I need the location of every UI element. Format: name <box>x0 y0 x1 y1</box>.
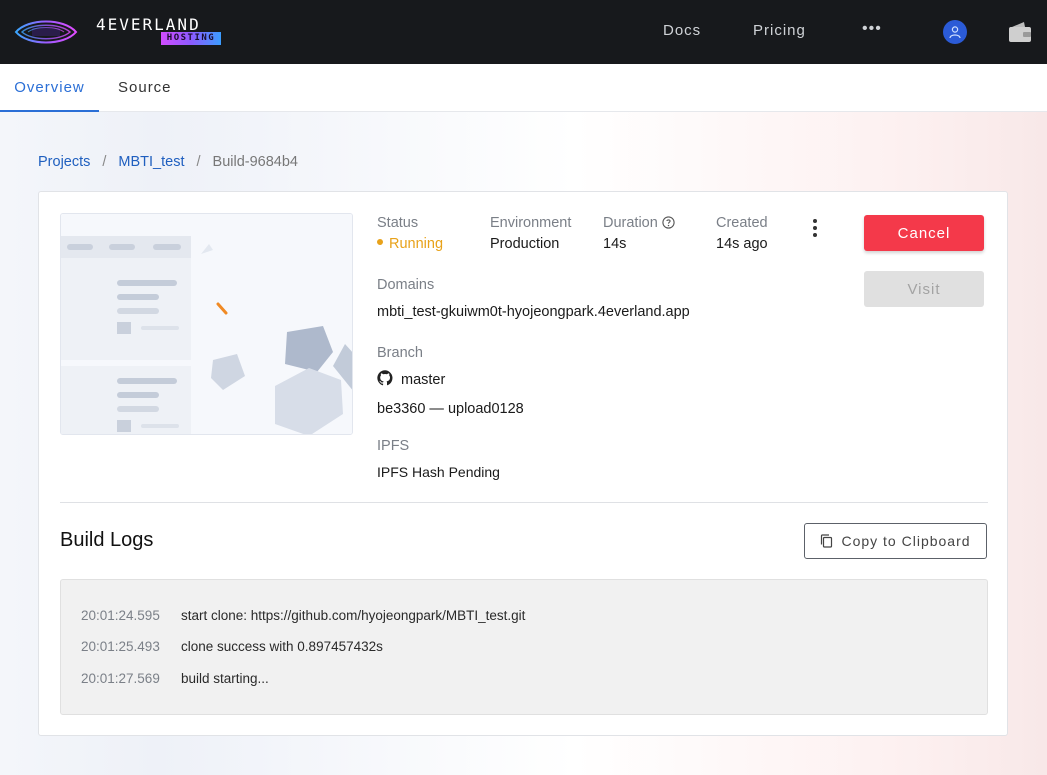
duration-value: 14s <box>603 236 627 252</box>
ipfs-label: IPFS <box>377 438 410 454</box>
tab-overview[interactable]: Overview <box>0 64 99 112</box>
nav-pricing-link[interactable]: Pricing <box>753 22 806 39</box>
status-value: Running <box>389 236 444 252</box>
breadcrumb-current-build: Build-9684b4 <box>212 154 298 170</box>
log-entry: 20:01:27.569 build starting... <box>81 671 269 686</box>
copy-button-label: Copy to Clipboard <box>841 533 971 549</box>
help-icon[interactable] <box>662 216 675 229</box>
breadcrumb-projects-link[interactable]: Projects <box>38 154 90 170</box>
wallet-icon[interactable] <box>1008 21 1032 43</box>
status-label: Status <box>377 215 419 231</box>
copy-to-clipboard-button[interactable]: Copy to Clipboard <box>804 523 987 559</box>
log-timestamp: 20:01:25.493 <box>81 639 160 654</box>
section-divider <box>60 502 988 503</box>
branch-label: Branch <box>377 345 423 361</box>
log-timestamp: 20:01:24.595 <box>81 608 160 623</box>
tab-source[interactable]: Source <box>118 64 172 112</box>
log-entry: 20:01:25.493 clone success with 0.8974574… <box>81 639 383 654</box>
copy-icon <box>821 534 833 548</box>
build-logs-title: Build Logs <box>60 529 154 551</box>
log-message: clone success with 0.897457432s <box>181 639 383 654</box>
brand-badge: HOSTING <box>161 32 221 45</box>
created-value: 14s ago <box>716 236 768 252</box>
status-badge: Running <box>377 236 443 252</box>
breadcrumb: Projects / MBTI_test / Build-9684b4 <box>38 154 298 170</box>
brand-logo[interactable]: 4EVERLAND HOSTING <box>14 12 229 52</box>
commit-value: be3360 — upload0128 <box>377 401 524 417</box>
page-tabs: Overview Source <box>0 64 1047 112</box>
deployment-card: Status Running Environment Production Du… <box>38 191 1008 736</box>
log-message: start clone: https://github.com/hyojeong… <box>181 608 526 623</box>
domains-label: Domains <box>377 277 435 293</box>
branch-value: master <box>401 372 446 388</box>
visit-button[interactable]: Visit <box>864 271 984 307</box>
environment-label: Environment <box>490 215 572 231</box>
nav-docs-link[interactable]: Docs <box>663 22 701 39</box>
environment-value: Production <box>490 236 560 252</box>
breadcrumb-project-link[interactable]: MBTI_test <box>118 154 184 170</box>
log-entry: 20:01:24.595 start clone: https://github.… <box>81 608 525 623</box>
ipfs-value: IPFS Hash Pending <box>377 464 500 480</box>
build-log-console[interactable]: 20:01:24.595 start clone: https://github.… <box>60 579 988 715</box>
brand-logo-icon <box>14 20 78 44</box>
log-timestamp: 20:01:27.569 <box>81 671 160 686</box>
domain-link[interactable]: mbti_test-gkuiwm0t-hyojeongpark.4everlan… <box>377 304 690 320</box>
status-dot-icon <box>377 239 383 246</box>
more-menu-icon[interactable]: ••• <box>862 20 882 38</box>
github-icon <box>377 370 393 386</box>
duration-label: Duration <box>603 215 658 231</box>
log-message: build starting... <box>181 671 269 686</box>
breadcrumb-separator: / <box>196 154 201 170</box>
top-nav-bar: 4EVERLAND HOSTING Docs Pricing ••• <box>0 0 1047 64</box>
preview-illustration <box>61 214 352 434</box>
created-label: Created <box>716 215 768 231</box>
breadcrumb-separator: / <box>102 154 107 170</box>
user-icon <box>949 26 961 39</box>
cancel-button[interactable]: Cancel <box>864 215 984 251</box>
user-avatar[interactable] <box>943 20 967 44</box>
deployment-preview-image <box>60 213 353 435</box>
duration-label-group: Duration <box>603 215 675 231</box>
branch-row: master <box>377 370 446 388</box>
kebab-menu-icon[interactable] <box>809 218 821 238</box>
